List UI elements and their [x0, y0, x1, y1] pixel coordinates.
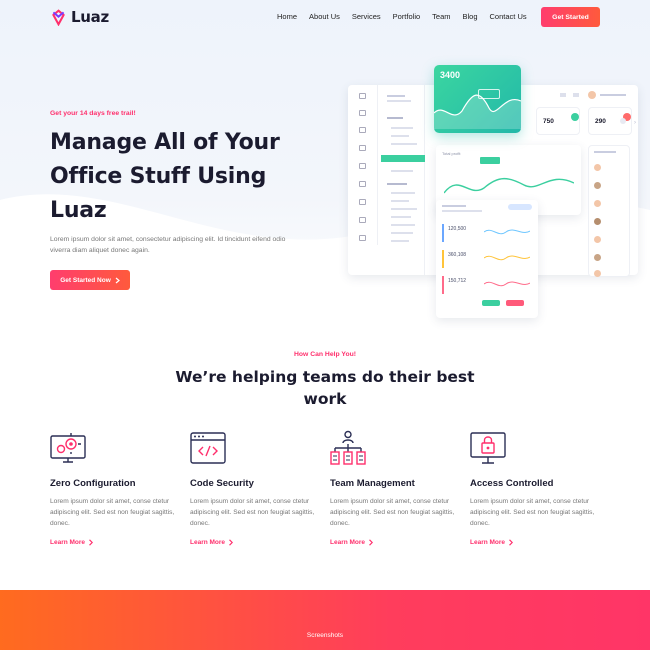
- chevron-right-icon: [229, 539, 234, 546]
- hero-description: Lorem ipsum dolor sit amet, consectetur …: [50, 236, 286, 254]
- learn-more-link[interactable]: Learn More: [190, 539, 234, 546]
- logo-icon: [52, 8, 65, 26]
- top-navigation: Luaz Home About Us Services Portfolio Te…: [0, 0, 650, 34]
- services-title: We’re helping teams do their best work: [175, 368, 475, 408]
- feature-description: Lorem ipsum dolor sit amet, conse ctetur…: [50, 498, 175, 527]
- learn-more-link[interactable]: Learn More: [50, 539, 94, 546]
- stat-card-1-value: 750: [543, 118, 554, 125]
- brand-logo[interactable]: Luaz: [50, 8, 109, 26]
- learn-more-link[interactable]: Learn More: [330, 539, 374, 546]
- feature-description: Lorem ipsum dolor sit amet, conse ctetur…: [190, 498, 315, 527]
- hero-kicker: Get your 14 days free trail!: [50, 110, 136, 117]
- revenue-highlight-value: 3400: [440, 70, 461, 80]
- nav-item-blog[interactable]: Blog: [463, 12, 478, 21]
- feature-card-code-security: Code Security Lorem ipsum dolor sit amet…: [190, 430, 330, 546]
- main-menu: Home About Us Services Portfolio Team Bl…: [277, 12, 539, 21]
- metrics-list-panel: 120,500 360,108 150,712: [436, 200, 538, 318]
- learn-more-label: Learn More: [190, 539, 226, 546]
- learn-more-link[interactable]: Learn More: [470, 539, 514, 546]
- chevron-right-icon: [369, 539, 374, 546]
- chevron-right-icon: [115, 277, 120, 283]
- dashboard-icon-rail: [348, 85, 378, 245]
- team-panel: [588, 145, 630, 277]
- nav-item-about[interactable]: About Us: [309, 12, 340, 21]
- feature-title: Team Management: [330, 478, 415, 489]
- get-started-now-button[interactable]: Get Started Now: [50, 270, 130, 290]
- learn-more-label: Learn More: [50, 539, 86, 546]
- nav-item-contact[interactable]: Contact Us: [490, 12, 527, 21]
- learn-more-label: Learn More: [330, 539, 366, 546]
- monitor-gears-icon: [50, 433, 86, 463]
- metric-row-1-value: 120,500: [448, 226, 467, 232]
- nav-item-portfolio[interactable]: Portfolio: [393, 12, 421, 21]
- profit-chart-title: Total profit: [442, 151, 461, 156]
- org-chart-icon: [330, 430, 366, 465]
- feature-card-zero-configuration: Zero Configuration Lorem ipsum dolor sit…: [50, 430, 190, 546]
- get-started-now-label: Get Started Now: [60, 276, 111, 284]
- chevron-right-icon: ›: [634, 120, 636, 126]
- feature-card-team-management: Team Management Lorem ipsum dolor sit am…: [330, 430, 470, 546]
- feature-title: Access Controlled: [470, 478, 554, 489]
- nav-item-home[interactable]: Home: [277, 12, 297, 21]
- browser-code-icon: [190, 432, 226, 464]
- metric-row-3-value: 150,712: [448, 278, 467, 284]
- feature-description: Lorem ipsum dolor sit amet, conse ctetur…: [470, 498, 595, 527]
- metric-row-2-value: 360,108: [448, 252, 467, 258]
- chevron-right-icon: [509, 539, 514, 546]
- learn-more-label: Learn More: [470, 539, 506, 546]
- revenue-highlight-card: 3400: [434, 65, 521, 133]
- feature-title: Code Security: [190, 478, 254, 489]
- feature-description: Lorem ipsum dolor sit amet, conse ctetur…: [330, 498, 455, 527]
- get-started-button[interactable]: Get Started: [541, 7, 600, 27]
- stat-card-2-value: 290: [595, 118, 606, 125]
- screenshots-section: Screenshots: [0, 590, 650, 650]
- chevron-right-icon: [89, 539, 94, 546]
- monitor-lock-icon: [470, 432, 506, 464]
- brand-name: Luaz: [71, 8, 109, 26]
- hero-title: Manage All of Your Office Stuff Using Lu…: [50, 130, 280, 223]
- feature-card-access-controlled: Access Controlled Lorem ipsum dolor sit …: [470, 430, 610, 546]
- feature-title: Zero Configuration: [50, 478, 136, 489]
- dashboard-menu-column: [381, 85, 425, 275]
- services-kicker: How Can Help You!: [293, 351, 357, 358]
- nav-item-team[interactable]: Team: [432, 12, 450, 21]
- avatar: [588, 91, 596, 99]
- nav-item-services[interactable]: Services: [352, 12, 381, 21]
- stat-card-1: 750: [536, 107, 580, 135]
- screenshots-kicker: Screenshots: [306, 632, 344, 639]
